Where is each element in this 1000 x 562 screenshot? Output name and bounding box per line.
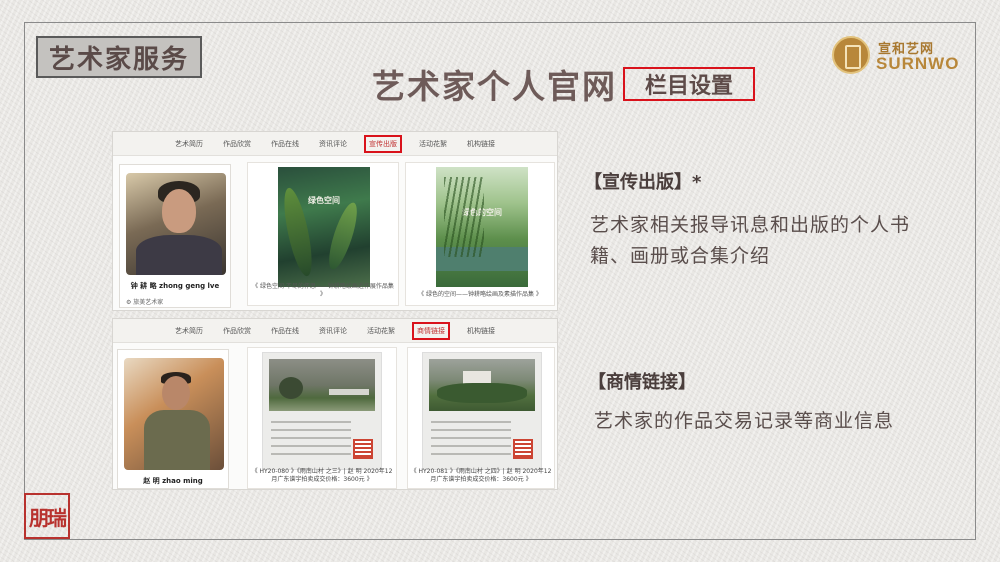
- artist-portrait: [124, 358, 224, 470]
- nav-item-works[interactable]: 作品欣赏: [220, 137, 254, 151]
- brand-logo: 宣和艺网 SURNWO: [832, 36, 958, 76]
- business-heading: 【商情链接】: [588, 372, 696, 393]
- artwork-sheet: [422, 352, 542, 470]
- nav-item-news[interactable]: 资讯评论: [316, 137, 350, 151]
- publish-heading: 【宣传出版】*: [584, 172, 702, 193]
- nav-item-news[interactable]: 资讯评论: [316, 324, 350, 338]
- artwork-image: [269, 359, 375, 411]
- section-tag: 艺术家服务: [36, 36, 202, 78]
- book-card[interactable]: 绿色的空间 《 绿色的空间——钟耕略绘画及素描作品集 》: [405, 162, 555, 306]
- artwork-image: [429, 359, 535, 411]
- logo-emblem-icon: [832, 36, 870, 74]
- business-description: 艺术家的作品交易记录等商业信息: [594, 410, 895, 432]
- publish-description: 艺术家相关报导讯息和出版的个人书籍、画册或合集介绍: [590, 214, 911, 268]
- logo-en-text: SURNWO: [876, 54, 960, 73]
- nav-item-institution[interactable]: 机构链接: [464, 137, 498, 151]
- artist-name: 钟 耕 略 zhong geng lve: [130, 282, 220, 290]
- qr-code-icon: [513, 439, 533, 459]
- site-nav: 艺术简历 作品欣赏 作品在线 资讯评论 宣传出版 活动花絮 机构链接: [113, 132, 557, 156]
- nav-item-publish[interactable]: 宣传出版: [364, 134, 402, 153]
- artwork-card[interactable]: 《 HY20-080 》《雨南山村 之三》| 赵 明 2020年12月广东谱宇拍…: [247, 347, 397, 489]
- book-caption[interactable]: 《 绿色的空间——钟耕略绘画及素描作品集 》: [410, 291, 550, 299]
- nav-item-works[interactable]: 作品欣赏: [220, 324, 254, 338]
- nav-item-online[interactable]: 作品在线: [268, 324, 302, 338]
- artwork-sheet: [262, 352, 382, 470]
- artist-portrait: [126, 173, 226, 275]
- book-cover: 绿色的空间: [436, 167, 528, 287]
- book-cover: 绿色空间: [278, 167, 370, 287]
- nav-item-resume[interactable]: 艺术简历: [172, 324, 206, 338]
- site-nav: 艺术简历 作品欣赏 作品在线 资讯评论 活动花絮 商情链接 机构链接: [113, 319, 557, 343]
- subtitle-box: 栏目设置: [623, 67, 755, 101]
- artwork-caption[interactable]: 《 HY20-081 》《雨南山村 之四》| 赵 明 2020年12月广东谱宇拍…: [410, 468, 552, 484]
- nav-item-events[interactable]: 活动花絮: [416, 137, 450, 151]
- artist-card[interactable]: 赵 明 zhao ming: [117, 349, 229, 489]
- nav-item-resume[interactable]: 艺术简历: [172, 137, 206, 151]
- nav-item-business[interactable]: 商情链接: [412, 321, 450, 340]
- website-screenshot-publish: 艺术简历 作品欣赏 作品在线 资讯评论 宣传出版 活动花絮 机构链接 钟 耕 略…: [112, 131, 558, 311]
- seal-stamp: 朋瑞: [24, 493, 70, 539]
- nav-item-events[interactable]: 活动花絮: [364, 324, 398, 338]
- artist-card[interactable]: 钟 耕 略 zhong geng lve ⚙ 旅美艺术家: [119, 164, 231, 308]
- artwork-caption[interactable]: 《 HY20-080 》《雨南山村 之三》| 赵 明 2020年12月广东谱宇拍…: [250, 468, 394, 484]
- book-card[interactable]: 绿色空间 《 绿色空间·不尽的怀思——钟耕略绘画近作展作品集 》: [247, 162, 399, 306]
- book-caption[interactable]: 《 绿色空间·不尽的怀思——钟耕略绘画近作展作品集 》: [252, 283, 394, 299]
- nav-item-online[interactable]: 作品在线: [268, 137, 302, 151]
- artist-name: 赵 明 zhao ming: [143, 477, 203, 485]
- artwork-card[interactable]: 《 HY20-081 》《雨南山村 之四》| 赵 明 2020年12月广东谱宇拍…: [407, 347, 555, 489]
- nav-item-institution[interactable]: 机构链接: [464, 324, 498, 338]
- artist-subtitle: ⚙ 旅美艺术家: [126, 299, 164, 306]
- website-screenshot-business: 艺术简历 作品欣赏 作品在线 资讯评论 活动花絮 商情链接 机构链接 赵 明 z…: [112, 318, 558, 490]
- page-title: 艺术家个人官网: [372, 67, 617, 106]
- qr-code-icon: [353, 439, 373, 459]
